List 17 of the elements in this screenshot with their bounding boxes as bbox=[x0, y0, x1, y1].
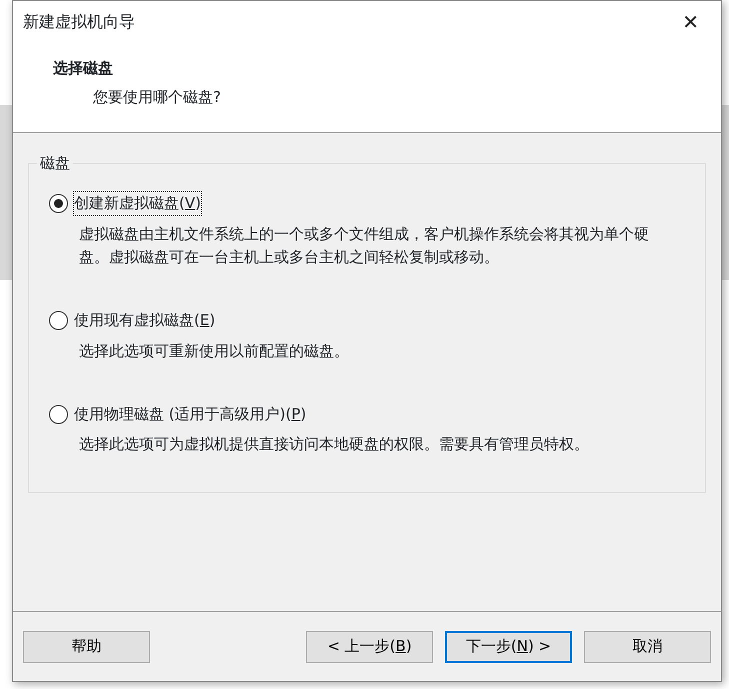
radio-label[interactable]: 使用现有虚拟磁盘(E) bbox=[74, 309, 216, 332]
radio-button[interactable] bbox=[49, 310, 68, 330]
option-description: 虚拟磁盘由主机文件系统上的一个或多个文件组成，客户机操作系统会将其视为单个硬盘。虚拟磁盘可在一台主机上或多台主机之间轻松复制或移动。 bbox=[78, 224, 650, 268]
back-button[interactable]: < 上一步(B) bbox=[306, 630, 433, 662]
radio-label[interactable]: 使用物理磁盘 (适用于高级用户)(P) bbox=[74, 402, 306, 426]
radio-button[interactable] bbox=[49, 194, 68, 213]
page-subtitle: 您要使用哪个磁盘? bbox=[92, 86, 222, 108]
option-description: 选择此选项可为虚拟机提供直接访问本地硬盘的权限。需要具有管理员特权。 bbox=[78, 434, 590, 456]
option-description: 选择此选项可重新使用以前配置的磁盘。 bbox=[78, 340, 350, 362]
next-button[interactable]: 下一步(N) > bbox=[445, 630, 572, 662]
radio-label[interactable]: 创建新虚拟磁盘(V) bbox=[74, 192, 201, 214]
radio-button[interactable] bbox=[49, 404, 68, 424]
close-button[interactable]: ✕ bbox=[670, 7, 711, 37]
page-title: 选择磁盘 bbox=[53, 58, 114, 79]
help-button[interactable]: 帮助 bbox=[23, 630, 150, 662]
window-title: 新建虚拟机向导 bbox=[23, 11, 135, 33]
cancel-button[interactable]: 取消 bbox=[584, 630, 711, 662]
